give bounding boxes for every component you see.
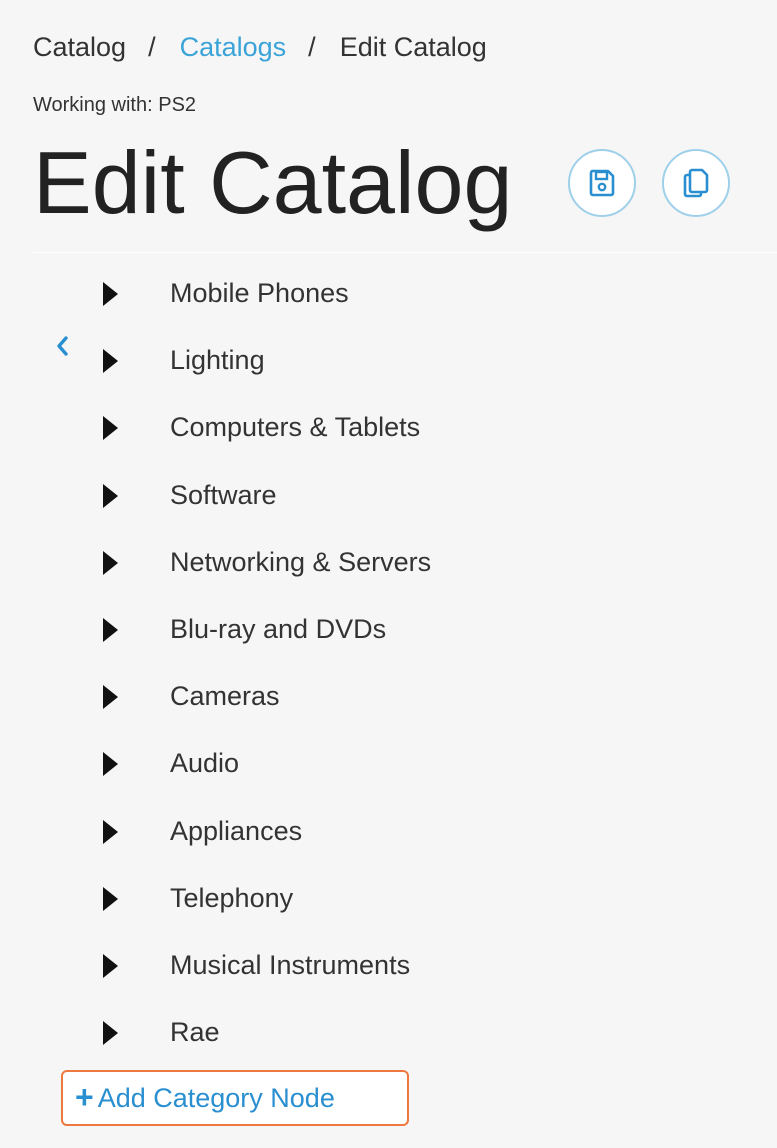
breadcrumb-separator: / [308,31,316,62]
category-label[interactable]: Lighting [170,343,265,377]
add-category-node-button[interactable]: + Add Category Node [61,1070,409,1126]
category-label[interactable]: Networking & Servers [170,545,431,579]
plus-icon: + [75,1078,94,1115]
floppy-disk-icon [589,169,615,197]
category-label[interactable]: Blu-ray and DVDs [170,612,386,646]
caret-right-icon[interactable] [103,685,118,710]
copy-icon [683,168,709,198]
breadcrumb-separator: / [148,31,156,62]
caret-right-icon[interactable] [103,1021,118,1046]
category-label[interactable]: Cameras [170,679,280,713]
caret-right-icon[interactable] [103,617,118,642]
header-divider [33,252,777,253]
caret-right-icon[interactable] [103,282,118,306]
breadcrumb-item-catalogs[interactable]: Catalogs [180,32,287,63]
caret-right-icon[interactable] [103,349,118,374]
add-category-node-label: Add Category Node [97,1082,335,1113]
category-node[interactable]: Networking & Servers [0,529,777,596]
breadcrumb: Catalog / Catalogs / Edit Catalog [33,29,487,65]
caret-right-icon[interactable] [103,416,118,441]
copy-button[interactable] [662,149,730,217]
category-label[interactable]: Software [170,478,277,512]
category-node[interactable]: Rae [0,999,777,1066]
category-label[interactable]: Appliances [170,814,302,848]
caret-right-icon[interactable] [103,886,118,911]
caret-right-icon[interactable] [103,819,118,844]
page-title: Edit Catalog [33,133,513,232]
working-with-label: Working with: PS2 [33,94,197,116]
category-label[interactable]: Computers & Tablets [170,410,420,444]
category-node[interactable]: Appliances [0,798,777,865]
category-label[interactable]: Musical Instruments [170,948,410,982]
category-label[interactable]: Rae [170,1015,220,1049]
category-node[interactable]: Musical Instruments [0,932,777,999]
caret-right-icon[interactable] [103,953,118,978]
category-label[interactable]: Telephony [170,881,293,915]
category-node[interactable]: Blu-ray and DVDs [0,596,777,663]
category-label[interactable]: Mobile Phones [170,276,349,310]
category-node[interactable]: Cameras [0,663,777,730]
category-node[interactable]: Audio [0,730,777,797]
caret-right-icon[interactable] [103,752,118,777]
breadcrumb-item-catalog[interactable]: Catalog [33,32,126,63]
category-node[interactable]: Computers & Tablets [0,394,777,461]
save-button[interactable] [568,149,636,217]
caret-right-icon[interactable] [103,483,118,508]
breadcrumb-item-edit-catalog: Edit Catalog [339,31,487,62]
caret-right-icon[interactable] [103,550,118,575]
category-node[interactable]: Telephony [0,865,777,932]
category-node[interactable]: Lighting [0,327,777,394]
category-node[interactable]: Software [0,462,777,529]
category-tree: Mobile Phones Lighting Computers & Table… [0,260,777,1066]
category-node[interactable]: Mobile Phones [0,260,777,327]
category-label[interactable]: Audio [170,746,239,780]
